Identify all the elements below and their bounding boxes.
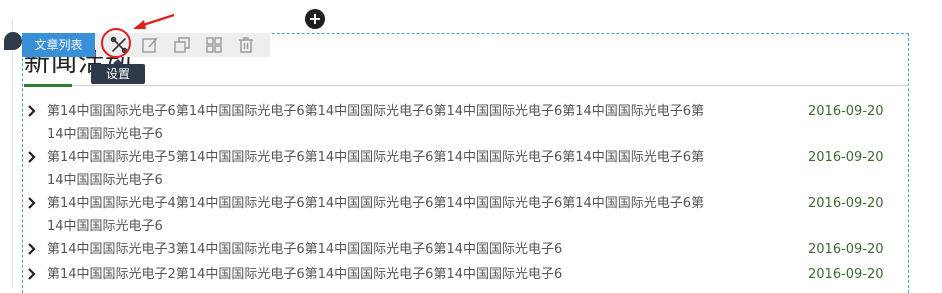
left-rail [4, 20, 22, 288]
news-date: 2016-09-20 [808, 104, 884, 119]
settings-highlight-ring [101, 28, 131, 58]
news-title-link[interactable]: 第14中国国际光电子3第14中国国际光电子6第14中国国际光电子6第14中国国际… [47, 238, 717, 261]
copy-icon[interactable] [172, 35, 192, 55]
news-date: 2016-09-20 [808, 267, 884, 282]
news-date: 2016-09-20 [808, 150, 884, 165]
news-title-link[interactable]: 第14中国国际光电子4第14中国国际光电子6第14中国国际光电子6第14中国国际… [47, 192, 717, 238]
news-title-link[interactable]: 第14中国国际光电子6第14中国国际光电子6第14中国国际光电子6第14中国国际… [47, 100, 717, 146]
chevron-right-icon [28, 268, 36, 280]
title-divider [24, 85, 909, 86]
settings-tooltip: 设置 [91, 59, 145, 84]
chevron-right-icon [28, 151, 36, 163]
drag-handle-icon[interactable] [4, 32, 22, 50]
news-date: 2016-09-20 [808, 242, 884, 257]
edit-icon[interactable] [140, 35, 160, 55]
news-title-link[interactable]: 第14中国国际光电子2第14中国国际光电子6第14中国国际光电子6第14中国国际… [47, 263, 717, 286]
grid-layout-icon[interactable] [204, 35, 224, 55]
chevron-right-icon [28, 105, 36, 117]
chevron-right-icon [28, 197, 36, 209]
chevron-right-icon [28, 243, 36, 255]
news-date: 2016-09-20 [808, 196, 884, 211]
delete-icon[interactable] [236, 35, 256, 55]
news-title-link[interactable]: 第14中国国际光电子5第14中国国际光电子6第14中国国际光电子6第14中国国际… [47, 146, 717, 192]
pointer-arrow-icon [133, 13, 175, 29]
title-accent-bar [24, 84, 72, 87]
add-module-button[interactable]: + [305, 9, 325, 29]
module-type-tag: 文章列表 [22, 33, 95, 57]
